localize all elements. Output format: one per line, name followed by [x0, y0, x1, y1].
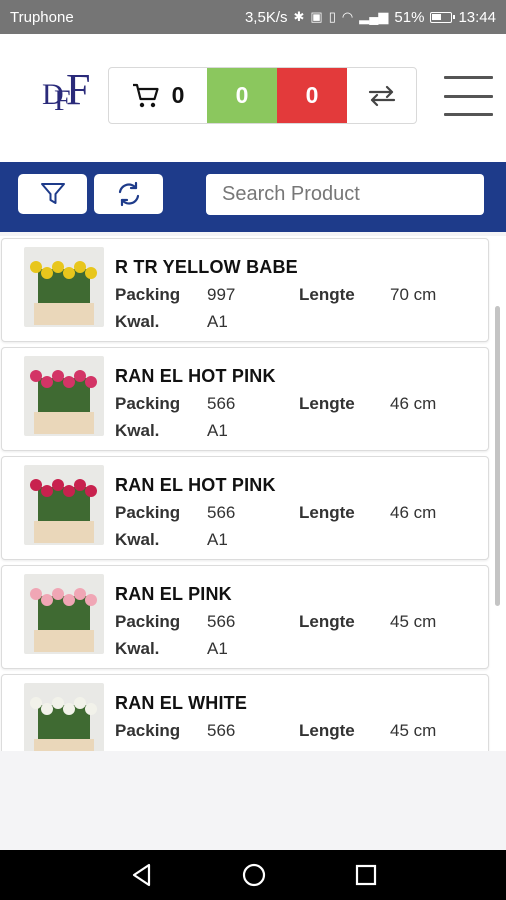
filter-icon	[40, 183, 65, 204]
quality-label: Kwal.	[115, 421, 160, 440]
quality-value: A1	[207, 312, 228, 331]
status-icons: 3,5K/s ✱ ▣ ▯ ◠ ▂▄▆ 51% 13:44	[245, 9, 496, 26]
length-label: Lengte	[299, 612, 355, 631]
red-count: 0	[305, 82, 319, 108]
quality-value: A1	[207, 639, 228, 658]
filter-button[interactable]	[18, 174, 87, 214]
length-value: 45 cm	[390, 721, 437, 740]
packing-value: 566	[207, 394, 236, 413]
recents-icon[interactable]	[352, 861, 380, 889]
packing-label: Packing	[115, 721, 181, 740]
swap-arrows-icon	[368, 85, 395, 106]
packing-value: 566	[207, 612, 236, 631]
search-box	[206, 174, 487, 215]
swap-button[interactable]	[347, 68, 416, 123]
product-image	[24, 683, 104, 751]
product-name: R TR YELLOW BABE	[115, 257, 298, 277]
brand-logo[interactable]: D F F	[40, 64, 100, 124]
cart-icon	[132, 83, 159, 107]
carrier-name: Truphone	[10, 8, 74, 26]
product-name: RAN EL HOT PINK	[115, 366, 276, 386]
cart-button[interactable]: 0	[109, 68, 207, 123]
menu-line	[444, 94, 493, 98]
system-nav-bar	[0, 850, 506, 900]
svg-text:F: F	[66, 65, 90, 114]
bluetooth-icon: ✱	[293, 9, 305, 24]
clock: 13:44	[458, 8, 496, 26]
quality-label: Kwal.	[115, 530, 160, 549]
packing-label: Packing	[115, 503, 181, 522]
length-label: Lengte	[299, 394, 355, 413]
product-card[interactable]: RAN EL HOT PINK Packing 566 Lengte 46 cm Kwal…	[1, 456, 489, 560]
vibrate-icon: ▯	[328, 9, 336, 24]
network-speed: 3,5K/s	[244, 8, 288, 26]
menu-line	[444, 113, 493, 116]
product-name: RAN EL HOT PINK	[115, 475, 276, 495]
battery-icon	[430, 11, 456, 23]
search-toolbar	[0, 162, 506, 232]
empty-area	[0, 751, 506, 850]
battery-percent: 51%	[394, 8, 425, 26]
scrollbar[interactable]	[495, 306, 500, 606]
packing-label: Packing	[115, 394, 181, 413]
product-list[interactable]: R TR YELLOW BABE Packing 997 Lengte 70 cm Kwa…	[0, 236, 506, 751]
length-value: 70 cm	[390, 285, 437, 304]
length-label: Lengte	[299, 285, 355, 304]
green-count: 0	[235, 82, 249, 108]
wifi-icon: ◠	[341, 9, 354, 24]
product-image	[24, 247, 104, 327]
product-image	[24, 574, 104, 654]
refresh-icon	[118, 181, 139, 207]
cart-count: 0	[171, 82, 185, 108]
packing-label: Packing	[115, 285, 181, 304]
quality-value: A1	[207, 421, 228, 440]
length-label: Lengte	[299, 721, 355, 740]
cart-summary: 0 0 0	[108, 67, 417, 124]
green-count-badge[interactable]: 0	[207, 68, 277, 123]
refresh-button[interactable]	[94, 174, 163, 214]
quality-label: Kwal.	[115, 639, 160, 658]
signal-icon: ▂▄▆	[359, 9, 389, 24]
back-icon[interactable]	[128, 861, 156, 889]
product-card[interactable]: RAN EL WHITEPacking566Lengte45 cmKwal.A1	[1, 674, 489, 751]
product-card[interactable]: RAN EL HOT PINK Packing 566 Lengte 46 cm Kwal…	[1, 347, 489, 451]
red-count-badge[interactable]: 0	[277, 68, 347, 123]
app-header: D F F 0 0 0	[0, 34, 506, 162]
home-icon[interactable]	[240, 861, 268, 889]
product-card[interactable]: R TR YELLOW BABE Packing 997 Lengte 70 cm Kwa…	[1, 238, 489, 342]
packing-value: 997	[207, 285, 236, 304]
product-image	[24, 465, 104, 545]
quality-label: Kwal.	[115, 312, 160, 331]
product-card[interactable]: RAN EL PINK Packing 566 Lengte 45 cm Kwal. A1	[1, 565, 489, 669]
product-name: RAN EL WHITE	[115, 693, 248, 713]
length-value: 45 cm	[390, 612, 437, 631]
product-image	[24, 356, 104, 436]
search-input[interactable]	[222, 183, 487, 206]
product-name: RAN EL PINK	[115, 584, 232, 604]
packing-value: 566	[207, 503, 236, 522]
length-label: Lengte	[299, 503, 355, 522]
status-bar: Truphone 3,5K/s ✱ ▣ ▯ ◠ ▂▄▆ 51% 13:44	[0, 0, 506, 34]
menu-button[interactable]	[444, 76, 493, 116]
quality-value: A1	[207, 530, 228, 549]
nfc-icon: ▣	[310, 9, 323, 24]
length-value: 46 cm	[390, 503, 437, 522]
menu-line	[444, 76, 493, 79]
packing-label: Packing	[115, 612, 181, 631]
packing-value: 566	[207, 721, 236, 740]
length-value: 46 cm	[390, 394, 437, 413]
